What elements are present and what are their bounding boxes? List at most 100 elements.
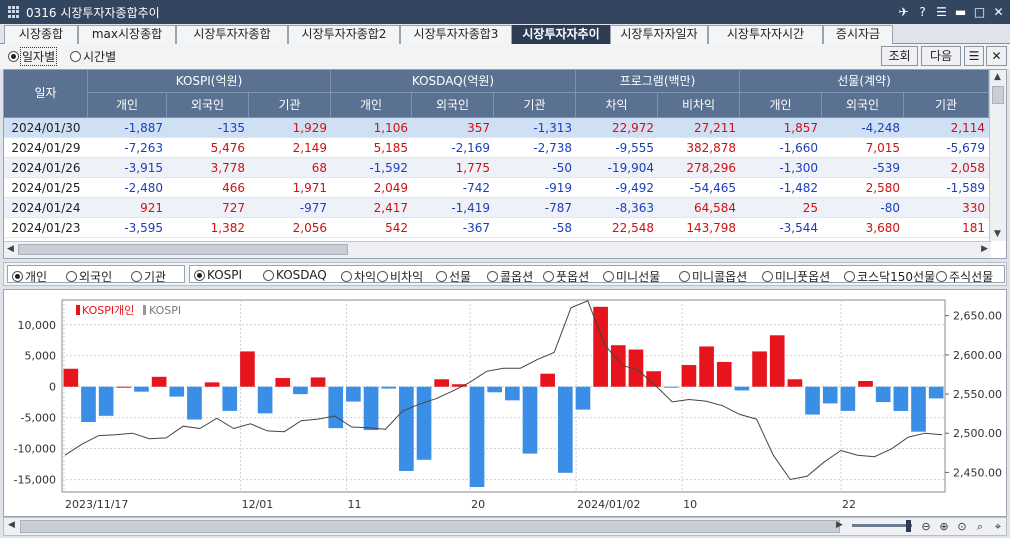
market-radio-7[interactable]: 미니선물 (603, 268, 660, 285)
market-radio-10[interactable]: 코스닥150선물 (844, 268, 935, 285)
options-bar: 일자별 시간별 조회 다음 ☰ ✕ (0, 44, 1010, 69)
scroll-thumb[interactable] (992, 86, 1004, 104)
market-radio-0[interactable]: KOSPI (194, 268, 242, 282)
table-row[interactable]: 2024/01/29 -7,263 5,476 2,149 5,185 -2,169 -2,… (4, 138, 989, 158)
market-radio-0-label: KOSPI (207, 268, 243, 282)
table-cell: 64,584 (694, 201, 736, 215)
chart-scroll-left-icon[interactable]: ◀ (8, 520, 15, 530)
column-header-0[interactable]: 개인 (88, 93, 167, 118)
scroll-down-icon[interactable]: ▼ (994, 229, 1001, 239)
table-cell: 25 (802, 201, 818, 215)
tab-2[interactable]: 시장투자자종합 (176, 25, 288, 44)
scroll-left-icon[interactable]: ◀ (7, 244, 14, 254)
market-radio-1-dot (263, 269, 274, 281)
radio-daily[interactable]: 일자별 (8, 47, 58, 66)
column-header-7[interactable]: 비차익 (658, 93, 740, 118)
market-radio-6[interactable]: 풋옵션 (543, 268, 589, 285)
table-cell: 330 (962, 201, 985, 215)
market-radio-5[interactable]: 콜옵션 (487, 268, 533, 285)
table-horizontal-scrollbar[interactable]: ◀ ▶ (4, 241, 991, 258)
chart-scroll-right-icon[interactable]: ▶ (836, 520, 843, 530)
market-radio-9[interactable]: 미니풋옵션 (762, 268, 830, 285)
maximize-icon[interactable]: □ (970, 2, 989, 22)
market-radio-4[interactable]: 선물 (436, 268, 471, 285)
investor-radio-2[interactable]: 기관 (131, 268, 166, 285)
table-cell: -1,300 (779, 161, 818, 175)
tab-0[interactable]: 시장종합 (4, 25, 78, 44)
column-header-5[interactable]: 기관 (494, 93, 576, 118)
column-header-8[interactable]: 개인 (740, 93, 822, 118)
scroll-right-icon[interactable]: ▶ (981, 244, 988, 254)
zoom-fit-icon[interactable]: ⊙ (954, 519, 970, 535)
settings-menu-icon[interactable]: ☰ (932, 2, 951, 22)
table-vertical-scrollbar[interactable]: ▲ ▼ (989, 70, 1006, 241)
right-tick-label: 2,550.00 (953, 388, 1002, 401)
right-tick-label: 2,600.00 (953, 349, 1002, 362)
table-cell: 727 (222, 201, 245, 215)
tab-1[interactable]: max시장종합 (78, 25, 176, 44)
next-button[interactable]: 다음 (921, 46, 961, 66)
market-radio-3[interactable]: 비차익 (377, 268, 423, 285)
column-header-3[interactable]: 개인 (331, 93, 412, 118)
table-row[interactable]: 2024/01/26 -3,915 3,778 68 -1,592 1,775 -50 -19… (4, 158, 989, 178)
close-icon[interactable]: ✕ (989, 2, 1008, 22)
tab-5[interactable]: 시장투자자추이 (512, 25, 610, 44)
column-header-4[interactable]: 외국인 (412, 93, 494, 118)
zoom-out-icon[interactable]: ⊖ (918, 519, 934, 535)
table-row[interactable]: 2024/01/25 -2,480 466 1,971 2,049 -742 -919 -9,… (4, 178, 989, 198)
chart-scroll-thumb[interactable] (20, 520, 840, 533)
market-radio-2[interactable]: 차익 (341, 268, 376, 285)
help-icon[interactable]: ? (913, 2, 932, 22)
market-radio-1[interactable]: KOSDAQ (263, 268, 327, 282)
column-header-9[interactable]: 외국인 (822, 93, 904, 118)
market-radio-8-label: 미니콜옵션 (692, 270, 748, 284)
market-radio-11[interactable]: 주식선물 (936, 268, 993, 285)
column-header-2[interactable]: 기관 (249, 93, 331, 118)
table-cell: -8,363 (615, 201, 654, 215)
table-cell: 357 (467, 121, 490, 135)
minimize-icon[interactable]: ▬ (951, 2, 970, 22)
tab-4[interactable]: 시장투자자종합3 (400, 25, 512, 44)
table-cell: -58 (552, 221, 572, 235)
scroll-up-icon[interactable]: ▲ (994, 72, 1001, 82)
tab-6[interactable]: 시장투자자일자 (610, 25, 708, 44)
menu-grid-icon[interactable] (8, 6, 20, 18)
zoom-in-icon[interactable]: ⊕ (936, 519, 952, 535)
zoom-slider[interactable] (852, 524, 912, 527)
table-cell: 1,929 (292, 121, 327, 135)
table-cell: 1,106 (373, 121, 408, 135)
table-cell: -1,887 (124, 121, 163, 135)
list-icon[interactable]: ☰ (964, 46, 984, 66)
left-tick-label: 0 (49, 381, 56, 394)
table-row[interactable]: 2024/01/24 921 727 -977 2,417 -1,419 -787 -8,36… (4, 198, 989, 218)
radio-hourly[interactable]: 시간별 (70, 48, 116, 65)
market-radio-8[interactable]: 미니콜옵션 (679, 268, 747, 285)
tab-7[interactable]: 시장투자자시간 (708, 25, 823, 44)
x-tick-label: 10 (683, 498, 697, 511)
bar-28 (557, 386, 573, 473)
zoom-slider-handle[interactable] (906, 520, 911, 532)
tab-8[interactable]: 증시자금 (823, 25, 893, 44)
x-tick-label: 11 (348, 498, 362, 511)
market-radio-4-dot (436, 271, 447, 282)
column-header-6[interactable]: 차익 (576, 93, 658, 118)
h-scroll-thumb[interactable] (18, 244, 348, 255)
row-date: 2024/01/29 (11, 141, 81, 155)
table-row[interactable]: 2024/01/23 -3,595 1,382 2,056 542 -367 -58 22,5… (4, 218, 989, 238)
magnify-icon[interactable]: ⌕ (972, 519, 988, 535)
investor-radio-1[interactable]: 외국인 (66, 268, 112, 285)
query-button[interactable]: 조회 (881, 46, 918, 66)
market-radio-11-dot (936, 271, 947, 282)
close-panel-icon[interactable]: ✕ (986, 46, 1007, 66)
table-row[interactable]: 2024/01/30 -1,887 -135 1,929 1,106 357 -1,313 2… (4, 118, 989, 138)
tab-3[interactable]: 시장투자자종합2 (288, 25, 400, 44)
column-header-1[interactable]: 외국인 (167, 93, 249, 118)
crosshair-icon[interactable]: ⌖ (990, 519, 1006, 535)
bar-43 (822, 386, 838, 404)
tab-bar: 시장종합 max시장종합 시장투자자종합 시장투자자종합2 시장투자자종합3 시장투자자추… (0, 24, 1010, 44)
investor-radio-2-dot (131, 271, 142, 282)
pin-icon[interactable]: ✈ (894, 2, 913, 22)
bar-6 (169, 386, 185, 397)
column-header-10[interactable]: 기관 (904, 93, 989, 118)
investor-radio-0[interactable]: 개인 (12, 268, 47, 285)
